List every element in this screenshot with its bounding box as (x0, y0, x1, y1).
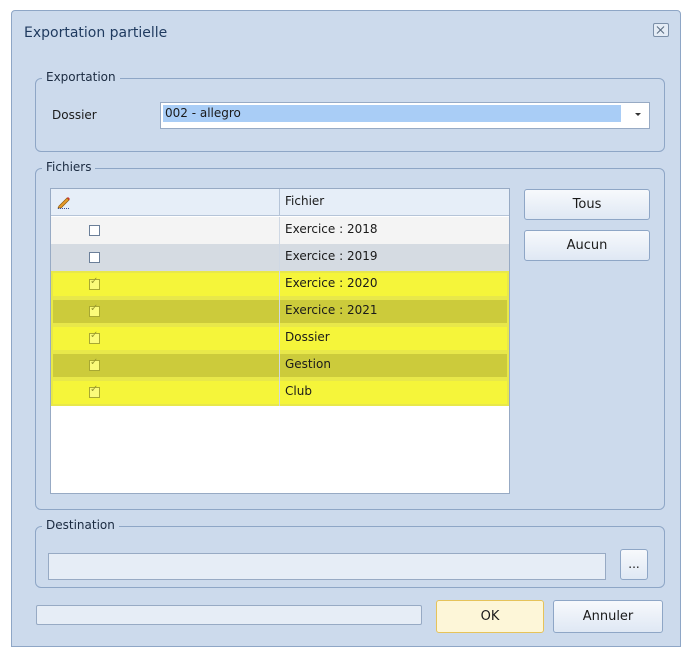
table-row[interactable]: Exercice : 2018 (51, 217, 509, 244)
table-row[interactable]: Dossier (51, 325, 509, 352)
table-row[interactable]: Gestion (51, 352, 509, 379)
destination-path-input[interactable] (48, 553, 606, 580)
select-none-button[interactable]: Aucun (524, 230, 650, 261)
row-checkbox-cell[interactable] (51, 379, 280, 406)
row-checkbox-cell[interactable] (51, 352, 280, 379)
row-checkbox[interactable] (89, 276, 100, 290)
row-checkbox[interactable] (89, 384, 100, 398)
close-icon[interactable] (653, 23, 669, 37)
browse-button[interactable]: ... (620, 549, 648, 580)
files-grid: Fichier Exercice : 2018 Exercice : 2019 Ex… (50, 188, 510, 494)
pencil-icon (57, 197, 70, 209)
fichiers-legend: Fichiers (42, 160, 96, 174)
table-row[interactable]: Exercice : 2019 (51, 244, 509, 271)
dossier-label: Dossier (52, 108, 97, 122)
export-dialog: Exportation partielle Exportation Dossie… (11, 10, 681, 647)
row-file-label: Exercice : 2018 (285, 222, 378, 236)
row-file-label: Dossier (285, 330, 330, 344)
ok-button[interactable]: OK (436, 600, 544, 633)
row-checkbox-cell[interactable] (51, 271, 280, 298)
row-checkbox[interactable] (89, 357, 100, 371)
row-file-label: Exercice : 2021 (285, 303, 378, 317)
row-checkbox[interactable] (89, 330, 100, 344)
chevron-down-icon[interactable] (635, 113, 641, 116)
cancel-button[interactable]: Annuler (553, 600, 663, 633)
fichiers-group: Fichiers Fichier Exercice : 2018 Exercice… (35, 160, 665, 510)
exportation-group: Exportation Dossier 002 - allegro (35, 70, 665, 152)
destination-group: Destination ... (35, 518, 665, 588)
grid-header-edit-column[interactable] (51, 189, 280, 215)
table-row[interactable]: Exercice : 2020 (51, 271, 509, 298)
row-checkbox-cell[interactable] (51, 298, 280, 325)
row-file-label: Exercice : 2019 (285, 249, 378, 263)
row-checkbox[interactable] (89, 252, 100, 263)
row-checkbox-cell[interactable] (51, 325, 280, 352)
window-title: Exportation partielle (24, 25, 168, 41)
row-checkbox[interactable] (89, 303, 100, 317)
row-file-label: Exercice : 2020 (285, 276, 378, 290)
row-checkbox[interactable] (89, 225, 100, 236)
table-row[interactable]: Club (51, 379, 509, 406)
select-all-button[interactable]: Tous (524, 189, 650, 220)
table-row[interactable]: Exercice : 2021 (51, 298, 509, 325)
dossier-value: 002 - allegro (163, 105, 621, 122)
row-file-label: Gestion (285, 357, 331, 371)
row-checkbox-cell[interactable] (51, 244, 280, 271)
export-progress-bar (36, 605, 422, 625)
grid-header: Fichier (51, 189, 509, 216)
grid-header-fichier[interactable]: Fichier (285, 194, 324, 208)
row-checkbox-cell[interactable] (51, 217, 280, 244)
destination-legend: Destination (42, 518, 119, 532)
dossier-combo[interactable]: 002 - allegro (160, 102, 650, 129)
row-file-label: Club (285, 384, 312, 398)
exportation-legend: Exportation (42, 70, 120, 84)
